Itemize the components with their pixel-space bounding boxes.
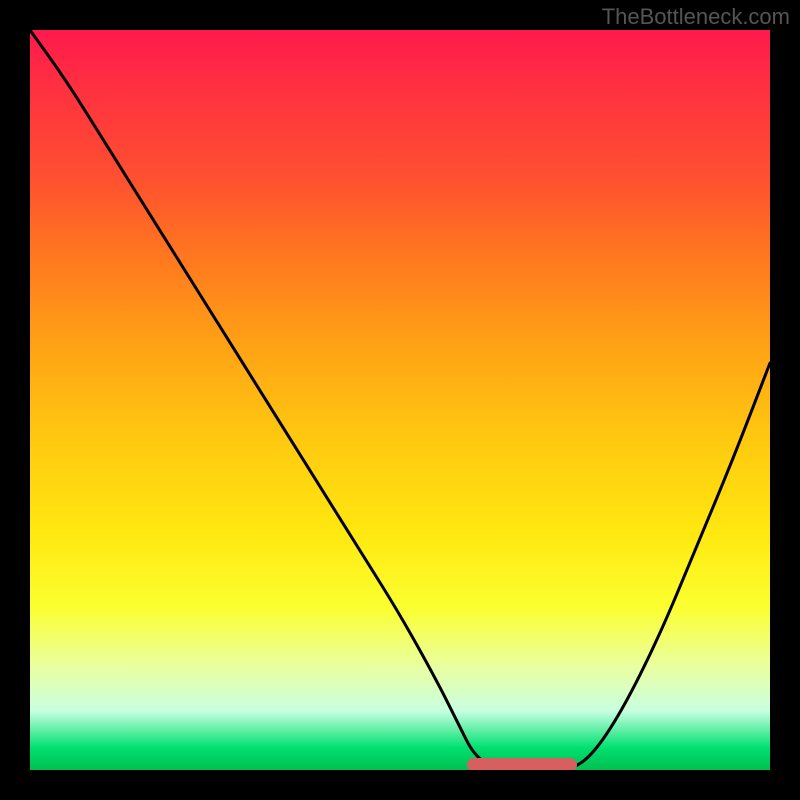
bottleneck-curve (30, 30, 770, 770)
chart-curve-svg (30, 30, 770, 770)
optimum-dot-left (467, 758, 481, 770)
optimum-dot-right (563, 758, 577, 770)
watermark-text: TheBottleneck.com (602, 4, 790, 30)
chart-plot-area (30, 30, 770, 770)
optimum-range-bar (470, 758, 574, 770)
